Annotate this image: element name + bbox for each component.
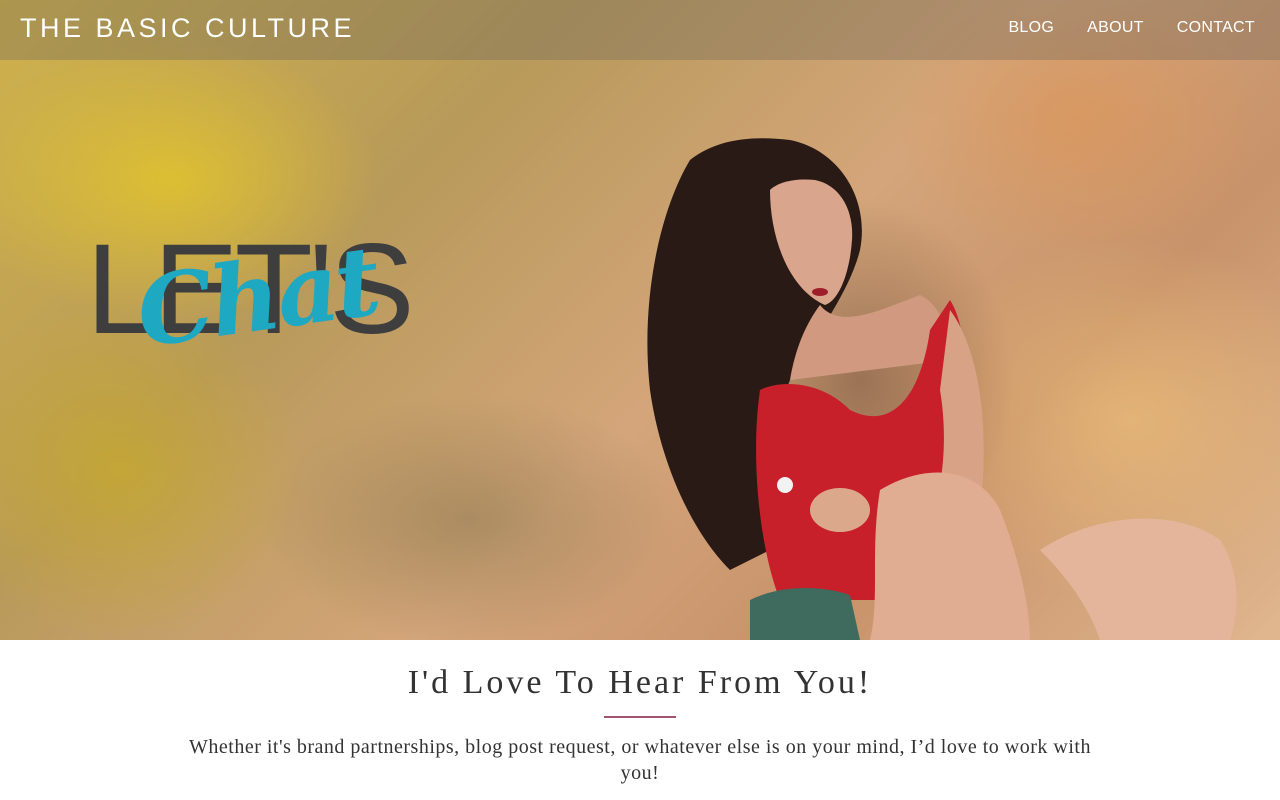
contact-intro-section: I'd Love To Hear From You! Whether it's …: [0, 640, 1280, 800]
page-heading: I'd Love To Hear From You!: [407, 664, 873, 701]
woman-figure-illustration: [647, 138, 1237, 640]
hero-image: THE BASIC CULTURE BLOG ABOUT CONTACT LET…: [0, 0, 1280, 640]
intro-paragraph: Whether it's brand partnerships, blog po…: [189, 736, 1091, 784]
nav-link-contact[interactable]: CONTACT: [1177, 19, 1255, 37]
site-logo-text[interactable]: THE BASIC CULTURE: [20, 13, 355, 44]
nav-link-about[interactable]: ABOUT: [1087, 19, 1144, 37]
nav-link-blog[interactable]: BLOG: [1008, 19, 1054, 37]
top-navigation-bar: THE BASIC CULTURE BLOG ABOUT CONTACT: [0, 0, 1280, 60]
heading-divider: [604, 716, 676, 718]
main-nav: BLOG ABOUT CONTACT: [1008, 19, 1255, 37]
